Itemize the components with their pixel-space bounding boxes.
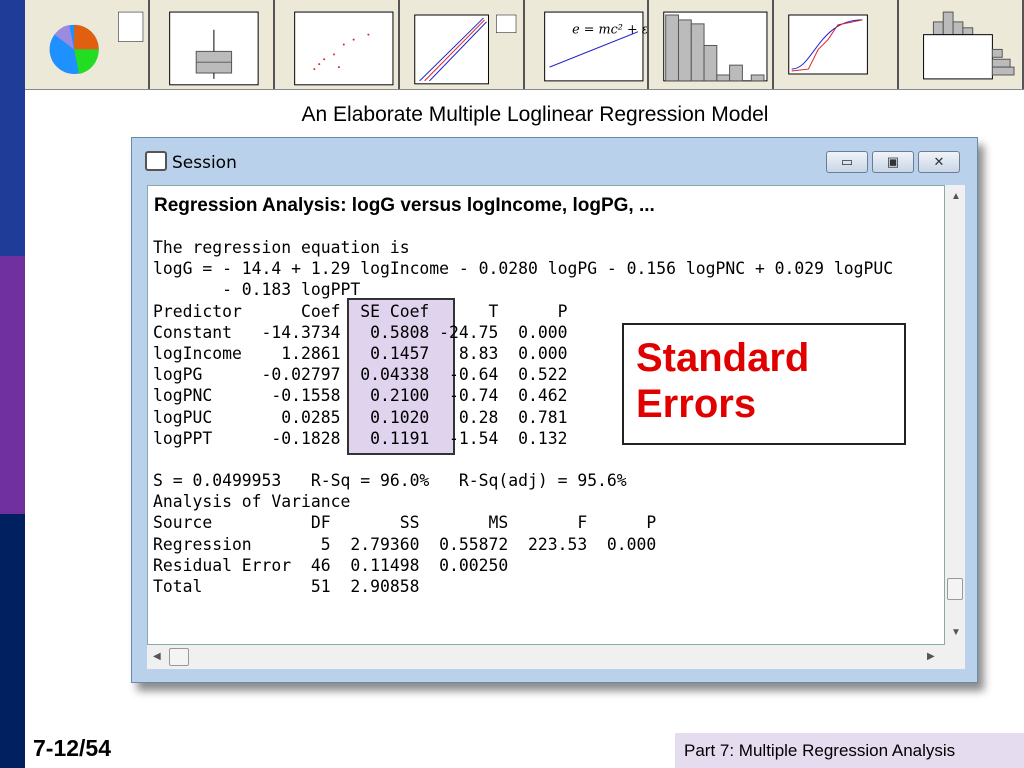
callout-line-1: Standard xyxy=(636,336,810,380)
scroll-down-icon[interactable]: ▼ xyxy=(951,627,961,638)
marginal-plot-thumbnail xyxy=(899,0,1024,89)
sidebar-band-middle xyxy=(0,256,25,514)
window-title: Session xyxy=(172,153,237,173)
probability-plot-thumbnail xyxy=(400,0,525,89)
equation-label: e = mc² + ε xyxy=(572,23,648,38)
scatterplot-thumbnail xyxy=(275,0,400,89)
slide-number: 7-12/54 xyxy=(33,735,112,761)
session-line: Residual Error 46 0.11498 0.00250 xyxy=(153,555,509,575)
maximize-button[interactable]: ▣ xyxy=(872,151,914,173)
fitted-line-thumbnail: e = mc² + ε xyxy=(525,0,650,89)
scroll-up-icon[interactable]: ▲ xyxy=(951,191,961,202)
session-line xyxy=(153,449,893,470)
session-line: Regression 5 2.79360 0.55872 223.53 0.00… xyxy=(153,534,657,554)
footer-label: Part 7: Multiple Regression Analysis xyxy=(675,733,1024,768)
minimize-button[interactable]: ▭ xyxy=(826,151,868,173)
slide-title: An Elaborate Multiple Loglinear Regressi… xyxy=(301,103,769,126)
sidebar-band-top xyxy=(0,0,25,256)
scroll-right-icon[interactable]: ▶ xyxy=(927,651,935,662)
resize-grip[interactable] xyxy=(945,645,965,669)
standard-errors-callout: Standard Errors xyxy=(622,323,906,445)
scroll-left-icon[interactable]: ◀ xyxy=(153,651,161,662)
vertical-scroll-thumb[interactable] xyxy=(947,578,963,600)
session-line: Total 51 2.90858 xyxy=(153,577,420,596)
thumbnail-strip: e = mc² + ε xyxy=(25,0,1024,90)
close-button[interactable]: ✕ xyxy=(918,151,960,173)
session-line: Predictor Coef SE Coef T P xyxy=(153,301,568,321)
sidebar-band-bottom xyxy=(0,514,25,768)
session-line: Source DF SS MS F P xyxy=(153,513,657,533)
session-line: The regression equation is xyxy=(153,238,410,257)
callout-line-2: Errors xyxy=(636,382,757,426)
session-line: S = 0.0499953 R-Sq = 96.0% R-Sq(adj) = 9… xyxy=(153,471,627,491)
vertical-scrollbar[interactable]: ▲ ▼ xyxy=(945,185,965,645)
window-titlebar[interactable]: Session ▭ ▣ ✕ xyxy=(132,138,977,185)
session-line: Analysis of Variance xyxy=(153,492,351,512)
horizontal-scrollbar[interactable]: ◀ ▶ xyxy=(147,645,945,669)
histogram-thumbnail xyxy=(649,0,775,89)
boxplot-thumbnail xyxy=(150,0,275,89)
session-icon xyxy=(145,151,167,171)
session-line: - 0.183 logPPT xyxy=(153,280,361,300)
regression-heading: Regression Analysis: logG versus logInco… xyxy=(154,195,655,216)
session-line: logG = - 14.4 + 1.29 logIncome - 0.0280 … xyxy=(153,259,894,279)
pie-chart-thumbnail xyxy=(25,0,150,89)
cdf-plot-thumbnail xyxy=(774,0,900,89)
horizontal-scroll-thumb[interactable] xyxy=(169,648,189,666)
